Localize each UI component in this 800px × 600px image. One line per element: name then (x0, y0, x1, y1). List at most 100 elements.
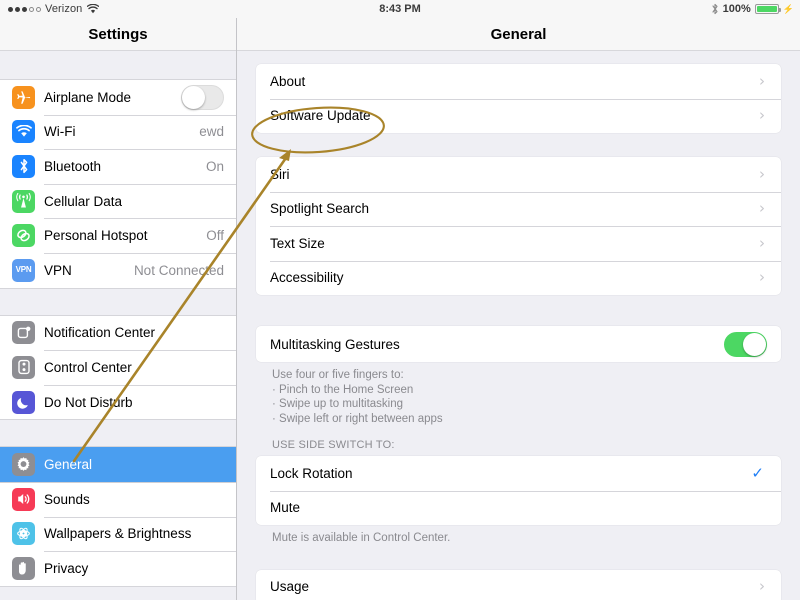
sidebar-item-airplane-mode[interactable]: Airplane Mode (0, 80, 236, 115)
sidebar-item-label: Airplane Mode (44, 89, 132, 105)
detail-row-siri[interactable]: Siri › (256, 157, 781, 192)
moon-icon (12, 390, 35, 414)
speaker-icon (12, 487, 35, 511)
chevron-right-icon: › (759, 199, 765, 218)
sidebar-spacer-1 (0, 287, 236, 316)
detail-row-about[interactable]: About › (256, 64, 781, 99)
detail-row-label: Spotlight Search (270, 201, 370, 217)
chevron-right-icon: › (759, 164, 765, 183)
detail-row-text-size[interactable]: Text Size › (256, 226, 781, 261)
footnote-line: · Pinch to the Home Screen (272, 383, 414, 396)
status-bar: Verizon 8:43 PM 100% ⚡ (0, 0, 800, 18)
sidebar-group-notifications: Notification Center Control Center Do No… (0, 315, 236, 420)
sidebar-item-sounds[interactable]: Sounds (0, 481, 236, 517)
chevron-right-icon: › (759, 268, 765, 287)
side-switch-group-header: USE SIDE SWITCH TO: (272, 439, 395, 451)
sidebar-group-connectivity: Airplane Mode Wi-Fi ewd Bluetooth On Cel… (0, 80, 236, 288)
sidebar-item-label: Privacy (44, 560, 89, 576)
general-detail-panel: General About › Software Update › Siri ›… (237, 18, 800, 600)
bluetooth-icon (12, 154, 35, 178)
sidebar-item-label: Sounds (44, 491, 90, 507)
ipad-settings-screen: Verizon 8:43 PM 100% ⚡ Settings Airplane… (0, 0, 800, 600)
detail-spacer-top (256, 51, 781, 64)
sidebar-item-label: Notification Center (44, 325, 156, 341)
sidebar-title: Settings (0, 18, 236, 51)
detail-row-label: Usage (270, 579, 310, 595)
sidebar-item-notification-center[interactable]: Notification Center (0, 315, 236, 351)
sidebar-item-privacy[interactable]: Privacy (0, 551, 236, 586)
footnote-line: Use four or five fingers to: (272, 369, 404, 381)
section-about-update: About › Software Update › (256, 64, 781, 133)
sidebar-spacer-2 (0, 419, 236, 448)
detail-row-label: Siri (270, 166, 290, 182)
sidebar-item-general[interactable]: General (0, 447, 236, 482)
sidebar-item-control-center[interactable]: Control Center (0, 350, 236, 385)
detail-row-spotlight-search[interactable]: Spotlight Search › (256, 191, 781, 227)
section-usage: Usage › (256, 569, 781, 600)
sidebar-item-label: Do Not Disturb (44, 394, 133, 410)
detail-row-multitasking-gestures[interactable]: Multitasking Gestures (256, 326, 781, 362)
detail-spacer-2 (256, 295, 781, 326)
sidebar-item-do-not-disturb[interactable]: Do Not Disturb (0, 384, 236, 420)
sidebar-item-value: Not Connected (133, 262, 224, 278)
sidebar-item-label: Bluetooth (44, 158, 102, 174)
sidebar-item-label: Personal Hotspot (44, 228, 148, 244)
sidebar-spacer-bottom (0, 585, 236, 600)
detail-row-mute[interactable]: Mute (256, 490, 781, 526)
detail-body: About › Software Update › Siri › Spotlig… (237, 51, 800, 600)
section-multitasking: Multitasking Gestures (256, 326, 781, 362)
section-siri-accessibility: Siri › Spotlight Search › Text Size › Ac… (256, 157, 781, 295)
sidebar-item-label: Wallpapers & Brightness (44, 526, 192, 542)
detail-row-label: Text Size (270, 235, 325, 251)
sidebar-item-personal-hotspot[interactable]: Personal Hotspot Off (0, 218, 236, 253)
footnote-line: · Swipe up to multitasking (272, 398, 404, 410)
airplane-mode-toggle[interactable] (181, 84, 224, 110)
sidebar-item-value: ewd (199, 124, 224, 140)
sidebar-group-system: General Sounds Wallpapers & Brightness P… (0, 447, 236, 586)
sidebar-item-vpn[interactable]: VPN VPN Not Connected (0, 252, 236, 288)
sidebar-item-value: Off (206, 228, 224, 244)
side-switch-footnote: Mute is available in Control Center. (256, 525, 781, 546)
detail-title: General (237, 18, 800, 51)
footnote-line: Mute is available in Control Center. (272, 532, 451, 544)
bluetooth-icon (711, 3, 719, 15)
battery-percent-label: 100% (722, 3, 751, 15)
detail-spacer-3 (256, 426, 781, 439)
multitasking-footnote: Use four or five fingers to: · Pinch to … (256, 362, 781, 426)
chevron-right-icon: › (759, 577, 765, 596)
chevron-right-icon: › (759, 106, 765, 125)
charging-bolt-icon: ⚡ (782, 3, 794, 14)
detail-row-accessibility[interactable]: Accessibility › (256, 260, 781, 296)
sidebar-item-label: Control Center (44, 359, 132, 375)
detail-row-label: Accessibility (270, 270, 344, 286)
footnote-line: · Swipe left or right between apps (272, 412, 443, 425)
section-side-switch: Lock Rotation ✓ Mute (256, 456, 781, 525)
status-bar-right: 100% ⚡ (711, 0, 794, 18)
settings-sidebar: Settings Airplane Mode Wi-Fi ewd Bluetoo… (0, 18, 237, 600)
sidebar-item-label: Cellular Data (44, 193, 123, 209)
gear-icon (12, 453, 35, 477)
chevron-right-icon: › (759, 71, 765, 90)
detail-row-usage[interactable]: Usage › (256, 570, 781, 600)
sidebar-item-label: VPN (44, 262, 72, 278)
detail-row-label: Multitasking Gestures (270, 336, 400, 352)
detail-row-lock-rotation[interactable]: Lock Rotation ✓ (256, 456, 781, 491)
sidebar-item-wallpapers-brightness[interactable]: Wallpapers & Brightness (0, 516, 236, 552)
notification-center-icon (12, 321, 35, 345)
detail-row-software-update[interactable]: Software Update › (256, 98, 781, 134)
detail-row-label: About (270, 73, 306, 89)
sidebar-item-bluetooth[interactable]: Bluetooth On (0, 149, 236, 184)
sidebar-item-label: Wi-Fi (44, 124, 76, 140)
sidebar-item-value: On (205, 158, 224, 174)
sidebar-item-cellular-data[interactable]: Cellular Data (0, 183, 236, 219)
multitasking-gestures-toggle[interactable] (724, 331, 767, 357)
wallpaper-icon (12, 522, 35, 546)
detail-row-label: Software Update (270, 108, 371, 124)
sidebar-item-wifi[interactable]: Wi-Fi ewd (0, 114, 236, 150)
sidebar-spacer-top (0, 51, 236, 80)
status-bar-clock: 8:43 PM (379, 3, 421, 15)
detail-spacer-4 (256, 546, 781, 570)
control-center-icon (12, 355, 35, 379)
detail-row-label: Lock Rotation (270, 465, 353, 481)
cellular-icon (12, 189, 35, 213)
